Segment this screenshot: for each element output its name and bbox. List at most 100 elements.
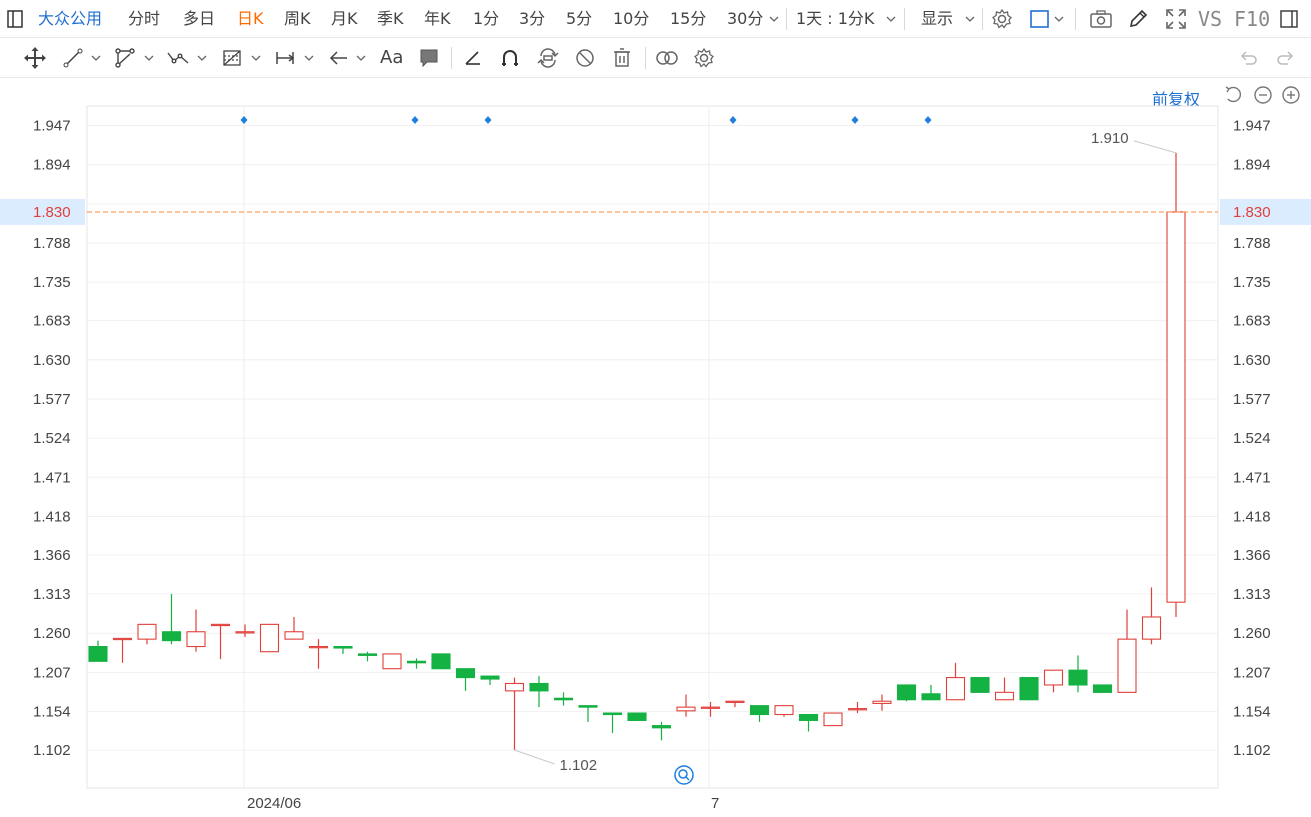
candle-body bbox=[1043, 669, 1064, 686]
candle-body bbox=[137, 623, 157, 640]
candle[interactable] bbox=[1141, 587, 1162, 645]
y-tick-label-right: 1.630 bbox=[1233, 352, 1271, 369]
candle[interactable] bbox=[798, 713, 819, 732]
candle[interactable] bbox=[88, 640, 108, 662]
current-price-label-left: 1.830 bbox=[33, 204, 71, 221]
y-tick-label-right: 1.683 bbox=[1233, 313, 1271, 330]
candle-body bbox=[676, 706, 696, 712]
candlestick-chart[interactable]: 2024/067 1.9471.8941.8411.7881.7351.6831… bbox=[0, 0, 1311, 817]
candle[interactable] bbox=[651, 721, 672, 741]
candle-body bbox=[504, 682, 525, 692]
candle[interactable] bbox=[627, 712, 647, 721]
candle[interactable] bbox=[529, 676, 549, 708]
y-tick-label-left: 1.735 bbox=[33, 274, 71, 291]
y-tick-label-left: 1.154 bbox=[33, 704, 71, 721]
candle-body bbox=[921, 693, 941, 701]
candle[interactable] bbox=[284, 616, 304, 640]
candle[interactable] bbox=[1092, 684, 1113, 693]
y-tick-label-left: 1.471 bbox=[33, 469, 71, 486]
candle-body bbox=[872, 700, 892, 704]
candle[interactable] bbox=[186, 609, 206, 652]
candle[interactable] bbox=[1019, 677, 1039, 701]
y-tick-label-right: 1.788 bbox=[1233, 235, 1271, 252]
current-price-label-right: 1.830 bbox=[1233, 204, 1271, 221]
y-tick-label-left: 1.313 bbox=[33, 586, 71, 603]
candle-body bbox=[774, 705, 794, 716]
candle[interactable] bbox=[406, 658, 427, 669]
low-annotation-leader bbox=[514, 749, 555, 765]
candle[interactable] bbox=[480, 675, 500, 685]
candle[interactable] bbox=[431, 653, 451, 670]
candle[interactable] bbox=[700, 701, 721, 717]
magnifier-icon[interactable] bbox=[674, 765, 694, 785]
y-tick-label-right: 1.947 bbox=[1233, 118, 1271, 135]
candle-body bbox=[235, 631, 255, 634]
candle-body bbox=[602, 712, 623, 716]
candle[interactable] bbox=[676, 694, 696, 717]
y-tick-label-right: 1.313 bbox=[1233, 586, 1271, 603]
candle-body bbox=[945, 677, 966, 701]
y-tick-label-right: 1.418 bbox=[1233, 508, 1271, 525]
candle-body bbox=[994, 691, 1015, 701]
candle[interactable] bbox=[259, 623, 280, 653]
candle[interactable] bbox=[1166, 152, 1186, 617]
candle[interactable] bbox=[602, 712, 623, 734]
candle-body bbox=[1117, 638, 1137, 693]
x-axis-label: 2024/06 bbox=[247, 795, 301, 812]
candle[interactable] bbox=[749, 705, 770, 722]
candle[interactable] bbox=[235, 624, 255, 637]
y-tick-label-left: 1.524 bbox=[33, 430, 71, 447]
event-marker-diamond[interactable] bbox=[729, 116, 737, 124]
y-tick-label-left: 1.630 bbox=[33, 352, 71, 369]
candle[interactable] bbox=[553, 692, 574, 706]
candle[interactable] bbox=[382, 653, 402, 670]
candle-body bbox=[333, 645, 353, 649]
candle[interactable] bbox=[921, 684, 941, 701]
y-tick-label-left: 1.260 bbox=[33, 625, 71, 642]
candle[interactable] bbox=[1117, 609, 1137, 693]
candle[interactable] bbox=[774, 705, 794, 717]
candle-body bbox=[382, 653, 402, 670]
high-annotation-leader bbox=[1133, 140, 1177, 154]
candle-body bbox=[1141, 616, 1162, 640]
event-marker-diamond[interactable] bbox=[851, 116, 859, 124]
candle[interactable] bbox=[161, 594, 182, 645]
event-marker-diamond[interactable] bbox=[924, 116, 932, 124]
candle[interactable] bbox=[504, 677, 525, 750]
candle[interactable] bbox=[945, 662, 966, 701]
candle[interactable] bbox=[210, 623, 231, 660]
candle[interactable] bbox=[823, 712, 843, 727]
candle-body bbox=[455, 668, 476, 679]
candle[interactable] bbox=[112, 637, 133, 663]
candle-body bbox=[284, 631, 304, 640]
y-tick-label-left: 1.418 bbox=[33, 508, 71, 525]
candle[interactable] bbox=[333, 645, 353, 654]
candle[interactable] bbox=[1068, 655, 1088, 693]
event-marker-diamond[interactable] bbox=[411, 116, 419, 124]
candle-body bbox=[161, 631, 182, 642]
y-tick-label-left: 1.577 bbox=[33, 391, 71, 408]
candle[interactable] bbox=[872, 694, 892, 711]
candle-body bbox=[480, 675, 500, 680]
candle[interactable] bbox=[725, 700, 745, 708]
candle[interactable] bbox=[308, 639, 329, 669]
high-annotation: 1.910 bbox=[1091, 130, 1129, 147]
candle[interactable] bbox=[578, 705, 598, 722]
candle[interactable] bbox=[455, 668, 476, 691]
candle-body bbox=[553, 697, 574, 701]
candle-body bbox=[88, 645, 108, 662]
candle[interactable] bbox=[970, 677, 990, 693]
candle-body bbox=[896, 684, 917, 701]
event-marker-diamond[interactable] bbox=[240, 116, 248, 124]
candle-body bbox=[1166, 211, 1186, 603]
y-tick-label-right: 1.524 bbox=[1233, 430, 1271, 447]
candle[interactable] bbox=[994, 677, 1015, 701]
candle[interactable] bbox=[357, 651, 378, 662]
y-tick-label-right: 1.894 bbox=[1233, 157, 1271, 174]
candle-body bbox=[798, 713, 819, 721]
candle[interactable] bbox=[1043, 669, 1064, 693]
candle[interactable] bbox=[137, 623, 157, 645]
x-axis-label: 7 bbox=[711, 795, 719, 812]
event-marker-diamond[interactable] bbox=[484, 116, 492, 124]
candle[interactable] bbox=[896, 684, 917, 702]
